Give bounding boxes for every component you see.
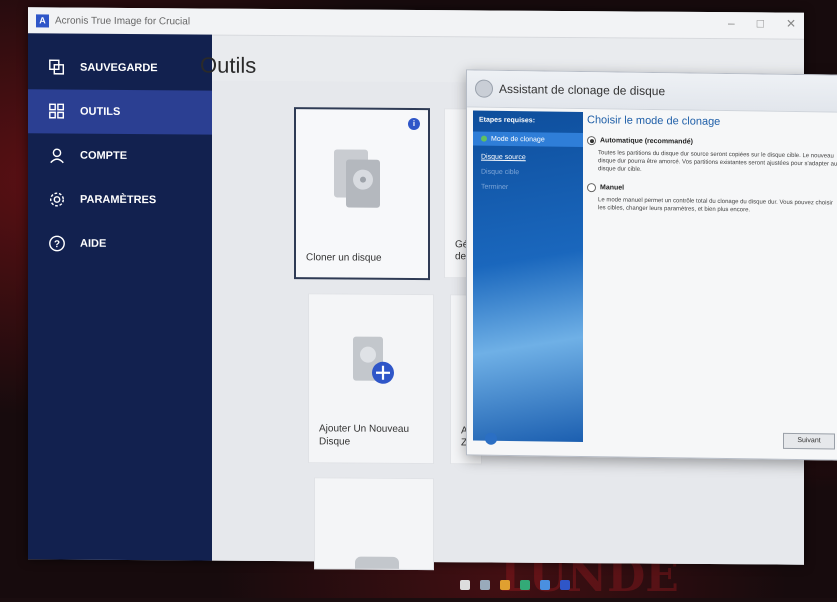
user-icon <box>50 148 64 164</box>
wizard-section-title: Choisir le mode de clonage <box>587 114 721 128</box>
wizard-header: Assistant de clonage de disque <box>467 70 837 113</box>
sidebar-item-compte[interactable]: COMPTE <box>28 133 212 178</box>
steps-title: Etapes requises: <box>479 116 536 125</box>
minimize-icon[interactable]: – <box>728 16 735 30</box>
wizard-content: Choisir le mode de clonage Automatique (… <box>587 112 837 430</box>
taskbar-icon[interactable] <box>500 580 510 590</box>
window-controls: – □ ✕ <box>728 16 796 30</box>
option-description: Toutes les partitions du disque dur sour… <box>598 150 837 173</box>
tile-clone-disk[interactable]: i Cloner un disque <box>294 107 430 281</box>
info-icon[interactable]: i <box>408 117 420 131</box>
close-icon[interactable]: ✕ <box>786 17 796 31</box>
wizard-steps-panel: Etapes requises: Mode de clonage Disque … <box>473 110 583 443</box>
tile-label: Ajouter Un Nouveau Disque <box>319 423 410 448</box>
sidebar-item-label: OUTILS <box>80 105 121 118</box>
option-label: Manuel <box>600 184 625 192</box>
sidebar-item-parametres[interactable]: PARAMÈTRES <box>28 177 212 222</box>
wizard-logo-icon <box>475 79 493 98</box>
tile-add-disk[interactable]: Ajouter Un Nouveau Disque <box>308 293 434 465</box>
option-automatic[interactable]: Automatique (recommandé) <box>587 136 837 149</box>
step-clone-mode[interactable]: Mode de clonage <box>473 131 583 148</box>
help-icon[interactable] <box>485 432 497 445</box>
step-label: Terminer <box>481 183 509 191</box>
taskbar-icon[interactable] <box>480 580 490 590</box>
add-disk-icon <box>353 336 394 384</box>
gear-icon <box>49 192 65 207</box>
taskbar-icon[interactable] <box>540 580 550 590</box>
sidebar-item-label: SAUVEGARDE <box>80 61 158 75</box>
backup-copy-icon <box>49 59 65 75</box>
step-label: Mode de clonage <box>491 135 545 143</box>
tile-label: Cloner un disque <box>306 252 382 264</box>
option-label: Automatique (recommandé) <box>600 137 693 146</box>
step-source-disk[interactable]: Disque source <box>481 154 583 162</box>
hard-disk-icon <box>334 149 380 208</box>
sidebar-item-aide[interactable]: ? AIDE <box>28 221 212 266</box>
step-label: Disque cible <box>481 168 520 177</box>
sidebar-item-outils[interactable]: OUTILS <box>28 89 212 135</box>
help-icon: ? <box>49 235 65 252</box>
step-label: Disque source <box>481 153 526 162</box>
step-finish: Terminer <box>481 184 583 192</box>
clone-wizard-dialog: Assistant de clonage de disque Etapes re… <box>466 69 837 461</box>
page-title: Outils <box>200 52 257 78</box>
tile-icon <box>355 556 399 569</box>
tools-grid-icon <box>49 103 65 119</box>
taskbar-icon[interactable] <box>560 580 570 590</box>
option-manual[interactable]: Manuel <box>587 183 837 196</box>
option-description: Le mode manuel permet un contrôle total … <box>598 197 833 214</box>
taskbar-icon[interactable] <box>520 580 530 590</box>
tile-more[interactable] <box>314 477 434 571</box>
maximize-icon[interactable]: □ <box>757 16 764 30</box>
sidebar-item-label: AIDE <box>80 237 107 250</box>
window-title: Acronis True Image for Crucial <box>55 14 191 27</box>
step-target-disk: Disque cible <box>481 169 583 177</box>
sidebar-item-label: PARAMÈTRES <box>80 193 157 207</box>
sidebar-item-sauvegarde[interactable]: SAUVEGARDE <box>28 45 212 90</box>
taskbar-icon[interactable] <box>460 580 470 590</box>
svg-text:?: ? <box>54 239 60 250</box>
acronis-logo-icon: A <box>36 13 49 27</box>
sidebar: SAUVEGARDE OUTILS COMPTE PARAMÈTRES ? AI… <box>28 33 212 561</box>
next-button[interactable]: Suivant <box>783 432 835 450</box>
current-step-icon <box>481 135 487 142</box>
radio-manual[interactable] <box>587 183 596 193</box>
wizard-title: Assistant de clonage de disque <box>499 81 666 99</box>
sidebar-item-label: COMPTE <box>80 149 128 162</box>
taskbar <box>460 576 820 594</box>
radio-automatic[interactable] <box>587 136 596 146</box>
